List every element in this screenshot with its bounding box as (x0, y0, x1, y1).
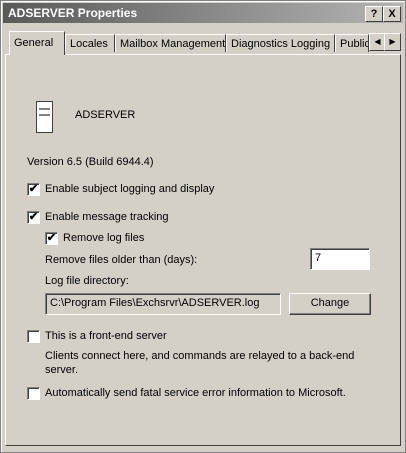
properties-dialog: ADSERVER Properties ? X General Locales … (0, 0, 406, 453)
close-button[interactable]: X (383, 6, 401, 22)
log-dir-field: C:\Program Files\Exchsrvr\ADSERVER.log (45, 293, 281, 315)
subject-logging-label[interactable]: Enable subject logging and display (45, 183, 214, 195)
tab-mailbox-management-label: Mailbox Management (120, 38, 226, 50)
remove-older-days-input[interactable]: 7 (310, 248, 370, 270)
change-button[interactable]: Change (289, 293, 371, 315)
tab-public[interactable]: Public (335, 34, 369, 52)
tab-general-label: General (14, 37, 54, 49)
tab-diagnostics-logging-label: Diagnostics Logging (231, 38, 331, 50)
front-end-label[interactable]: This is a front-end server (45, 330, 167, 342)
version-text: Version 6.5 (Build 6944.4) (27, 156, 154, 168)
remove-log-files-label[interactable]: Remove log files (63, 232, 144, 244)
tab-locales-label: Locales (70, 38, 108, 50)
remove-log-files-checkbox[interactable]: ✔ (45, 232, 58, 245)
check-mark-icon: ✔ (28, 183, 39, 195)
front-end-checkbox[interactable] (27, 330, 40, 343)
message-tracking-checkbox[interactable]: ✔ (27, 211, 40, 224)
server-icon (36, 101, 53, 133)
front-end-description-line2: server. (45, 364, 79, 376)
front-end-description-line1: Clients connect here, and commands are r… (45, 350, 355, 362)
fatal-error-checkbox[interactable] (27, 387, 40, 400)
window-title: ADSERVER Properties (8, 6, 138, 20)
tab-locales[interactable]: Locales (65, 34, 115, 52)
log-dir-label: Log file directory: (45, 275, 129, 287)
tab-scroll-right-button[interactable]: ▶ (384, 33, 401, 51)
message-tracking-label[interactable]: Enable message tracking (45, 211, 169, 223)
title-bar[interactable]: ADSERVER Properties ? X (3, 3, 403, 23)
arrow-right-icon: ▶ (389, 37, 396, 46)
tab-diagnostics-logging[interactable]: Diagnostics Logging (226, 34, 335, 52)
tab-mailbox-management[interactable]: Mailbox Management (115, 34, 226, 52)
tab-general[interactable]: General (9, 31, 65, 55)
check-mark-icon: ✔ (28, 211, 39, 223)
help-button[interactable]: ? (365, 6, 383, 22)
check-mark-icon: ✔ (46, 232, 57, 244)
server-name: ADSERVER (75, 109, 136, 121)
tab-strip: General Locales Mailbox Management Diagn… (5, 31, 403, 55)
tab-public-label: Public (340, 38, 369, 50)
fatal-error-label[interactable]: Automatically send fatal service error i… (45, 387, 346, 399)
remove-older-label: Remove files older than (days): (45, 254, 198, 266)
subject-logging-checkbox[interactable]: ✔ (27, 183, 40, 196)
arrow-left-icon: ◀ (374, 37, 381, 46)
